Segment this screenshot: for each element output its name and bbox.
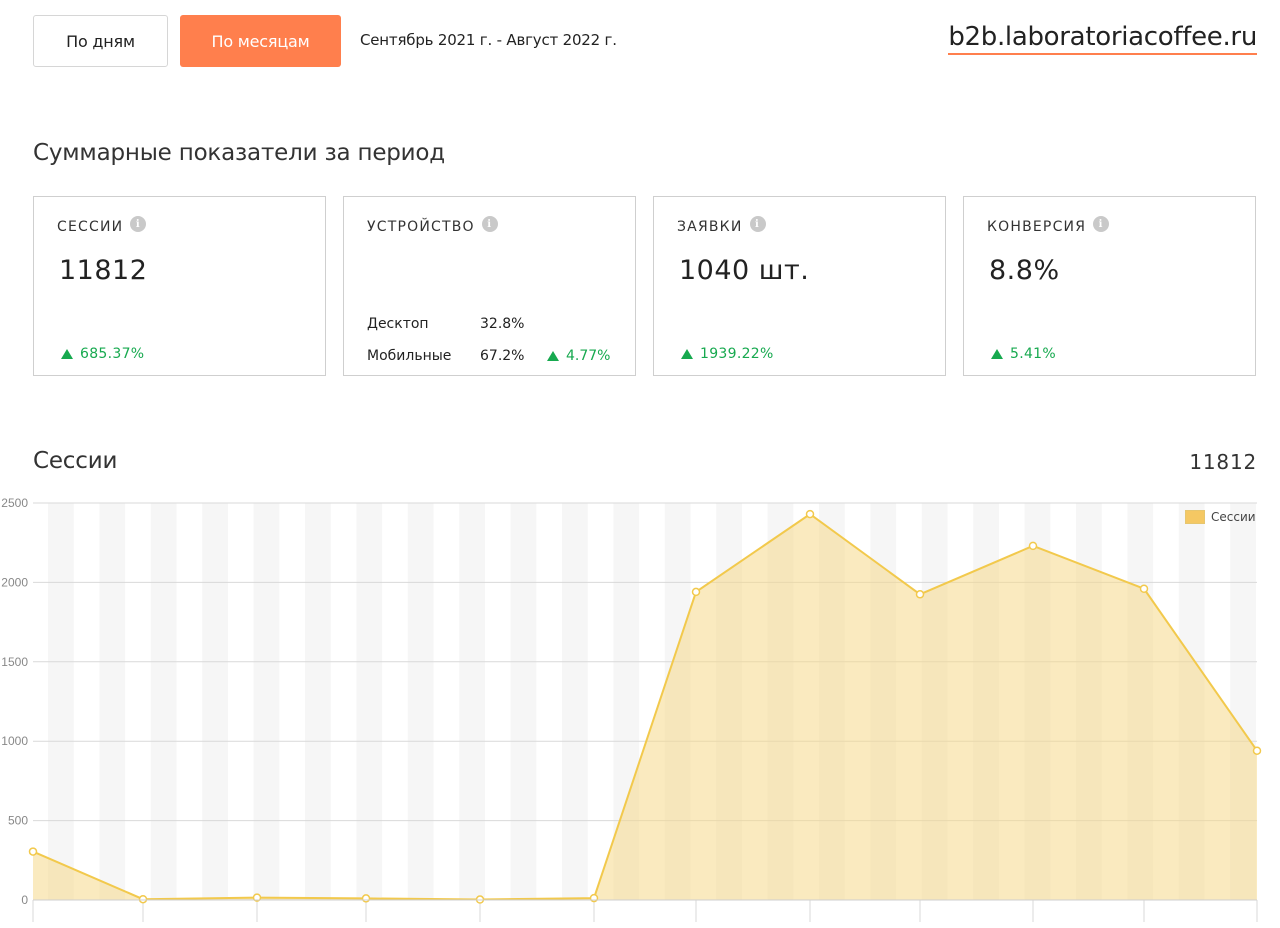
- requests-value: 1040 шт.: [679, 255, 810, 286]
- device-row-mobile: Мобильные 67.2% 4.77%: [367, 348, 610, 364]
- conversion-delta: 5.41%: [991, 346, 1056, 362]
- chart-bg-band: [48, 503, 74, 900]
- sessions-chart-title: Сессии: [33, 448, 118, 474]
- sessions-card-title: СЕССИИ i: [57, 216, 147, 235]
- device-percent: 32.8%: [480, 316, 525, 332]
- chart-bg-band: [356, 503, 383, 900]
- y-tick-label: 500: [8, 814, 28, 828]
- chart-bg-band: [562, 503, 588, 900]
- arrow-up-icon: [991, 349, 1003, 359]
- conversion-card: КОНВЕРСИЯ i 8.8% 5.41%: [963, 196, 1256, 376]
- y-tick-label: 2000: [1, 575, 28, 589]
- data-point: [361, 894, 371, 903]
- data-point: [691, 587, 701, 597]
- requests-delta: 1939.22%: [681, 346, 774, 362]
- conversion-value: 8.8%: [989, 255, 1060, 286]
- arrow-up-icon: [61, 349, 73, 359]
- requests-card: ЗАЯВКИ i 1040 шт. 1939.22%: [653, 196, 946, 376]
- chart-bg-band: [510, 503, 537, 900]
- chart-bg-band: [305, 503, 331, 900]
- requests-card-label: ЗАЯВКИ: [677, 219, 743, 235]
- data-point: [805, 509, 815, 519]
- by-days-button[interactable]: По дням: [33, 15, 168, 67]
- by-months-button[interactable]: По месяцам: [180, 15, 341, 67]
- requests-delta-value: 1939.22%: [700, 346, 774, 362]
- data-point: [28, 847, 38, 856]
- sessions-card-label: СЕССИИ: [57, 219, 124, 235]
- conversion-card-label: КОНВЕРСИЯ: [987, 219, 1087, 235]
- chart-bg-band: [407, 503, 434, 900]
- y-tick-label: 1000: [1, 734, 28, 748]
- device-row-desktop: Десктоп 32.8%: [367, 316, 547, 332]
- arrow-up-icon: [681, 349, 693, 359]
- sessions-delta: 685.37%: [61, 346, 144, 362]
- device-label: Мобильные: [367, 348, 452, 364]
- chart-bg-band: [253, 503, 280, 900]
- summary-title: Суммарные показатели за период: [33, 140, 445, 166]
- y-tick-label: 2500: [1, 496, 28, 510]
- sessions-delta-value: 685.37%: [80, 346, 145, 362]
- device-percent: 67.2%: [480, 348, 525, 364]
- device-card: УСТРОЙСТВО i Десктоп 32.8% Мобильные 67.…: [343, 196, 636, 376]
- conversion-card-title: КОНВЕРСИЯ i: [987, 216, 1110, 235]
- info-icon[interactable]: i: [130, 216, 147, 232]
- device-delta-value: 4.77%: [566, 348, 611, 364]
- data-point: [1252, 746, 1262, 755]
- chart-bg-band: [202, 503, 228, 900]
- arrow-up-icon: [547, 351, 559, 361]
- info-icon[interactable]: i: [481, 216, 498, 232]
- device-label: Десктоп: [367, 316, 429, 332]
- conversion-delta-value: 5.41%: [1010, 346, 1056, 362]
- requests-card-title: ЗАЯВКИ i: [677, 216, 766, 235]
- chart-bg-band: [150, 503, 177, 900]
- device-delta: 4.77%: [547, 348, 610, 364]
- chart-bg-band: [99, 503, 126, 900]
- data-point: [589, 893, 599, 903]
- sessions-chart-total: 11812: [1189, 450, 1257, 474]
- info-icon[interactable]: i: [1093, 216, 1110, 232]
- info-icon[interactable]: i: [749, 216, 766, 232]
- site-link[interactable]: b2b.laboratoriacoffee.ru: [948, 22, 1257, 55]
- legend-label: Сессии: [1211, 510, 1256, 524]
- y-tick-label: 0: [21, 893, 28, 907]
- sessions-value: 11812: [59, 255, 148, 286]
- chart-legend[interactable]: Сессии: [1185, 510, 1256, 524]
- device-card-label: УСТРОЙСТВО: [367, 219, 475, 235]
- period-label: Сентябрь 2021 г. - Август 2022 г.: [360, 31, 617, 49]
- data-point: [1028, 541, 1038, 551]
- data-point: [915, 590, 925, 599]
- chart-bg-band: [459, 503, 485, 900]
- legend-swatch: [1185, 510, 1205, 524]
- data-point: [138, 894, 148, 904]
- data-point: [1139, 584, 1149, 594]
- sessions-card: СЕССИИ i 11812 685.37%: [33, 196, 326, 376]
- device-card-title: УСТРОЙСТВО i: [367, 216, 498, 235]
- sessions-chart: 0 500 1000 1500 2000 2500: [1, 496, 1262, 922]
- y-tick-label: 1500: [1, 655, 28, 669]
